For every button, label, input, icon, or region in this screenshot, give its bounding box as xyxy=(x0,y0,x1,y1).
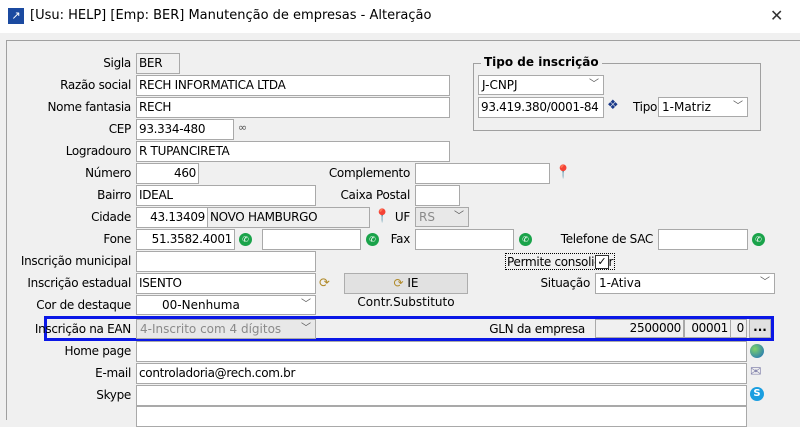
fax-label: Fax xyxy=(390,232,411,246)
inscricao-estadual-field[interactable]: ISENTO xyxy=(136,273,316,294)
tipo-inscricao-select[interactable]: J-CNPJ ﹀ xyxy=(478,75,604,95)
inscricao-ean-select[interactable]: 4-Inscrito com 4 dígitos ﹀ xyxy=(136,319,316,339)
cor-destaque-value: 00-Nenhuma xyxy=(162,298,240,312)
caixa-postal-field[interactable] xyxy=(415,185,460,206)
email-field[interactable]: controladoria@rech.com.br xyxy=(136,363,747,384)
gln-more-button[interactable]: ... xyxy=(749,319,771,338)
chevron-down-icon: ﹀ xyxy=(301,323,311,334)
chevron-down-icon: ﹀ xyxy=(760,277,770,288)
complemento-field[interactable] xyxy=(415,163,550,184)
situacao-select[interactable]: 1-Ativa ﹀ xyxy=(595,273,775,294)
uf-select[interactable]: RS ﹀ xyxy=(415,207,469,227)
chevron-down-icon: ﹀ xyxy=(733,101,743,112)
inscricao-estadual-label: Inscrição estadual xyxy=(27,276,131,290)
whatsapp-icon[interactable]: ✆ xyxy=(239,233,252,246)
tipo-label: Tipo xyxy=(633,100,658,114)
gln-label: GLN da empresa xyxy=(489,322,585,336)
app-icon: ↗ xyxy=(8,8,24,24)
close-button[interactable]: ✕ xyxy=(770,6,783,25)
uf-value: RS xyxy=(419,210,435,224)
sigla-field[interactable]: BER xyxy=(136,53,180,74)
logradouro-field[interactable]: R TUPANCIRETA xyxy=(136,141,450,162)
skype-field[interactable] xyxy=(136,385,747,406)
inscricao-municipal-field[interactable] xyxy=(136,251,316,272)
inscricao-ean-value: 4-Inscrito com 4 dígitos xyxy=(140,322,282,336)
whatsapp-icon[interactable]: ✆ xyxy=(519,233,532,246)
situacao-label: Situação xyxy=(540,276,590,290)
numero-field[interactable]: 460 xyxy=(136,163,199,184)
bairro-label: Bairro xyxy=(97,188,131,202)
gln-part1-field: 2500000 xyxy=(595,319,684,338)
globe-icon[interactable] xyxy=(750,344,764,358)
inscricao-ean-label: Inscrição na EAN xyxy=(34,322,131,336)
map-pin-icon[interactable]: 📍 xyxy=(374,210,390,224)
gln-part3-field: 0 xyxy=(730,319,747,338)
home-page-field[interactable] xyxy=(136,341,747,362)
email-label: E-mail xyxy=(95,366,131,380)
razao-social-field[interactable]: RECH INFORMATICA LTDA xyxy=(136,75,450,96)
tipo-value: 1-Matriz xyxy=(662,100,711,114)
cnpj-field[interactable]: 93.419.380/0001-84 xyxy=(478,97,604,118)
tipo-inscricao-legend: Tipo de inscrição xyxy=(481,55,602,69)
receita-icon[interactable]: ❖ xyxy=(607,98,619,113)
binoculars-icon[interactable]: ∞ xyxy=(238,121,247,134)
inscricao-municipal-label: Inscrição municipal xyxy=(20,254,131,268)
whatsapp-icon[interactable]: ✆ xyxy=(752,233,765,246)
cidade-code-field[interactable]: 43.13409 xyxy=(136,207,208,228)
cep-field[interactable]: 93.334-480 xyxy=(136,119,234,140)
logradouro-label: Logradouro xyxy=(65,144,132,158)
fone2-field[interactable] xyxy=(262,229,361,250)
chevron-down-icon: ﹀ xyxy=(301,299,311,310)
telefone-sac-field[interactable] xyxy=(658,229,748,250)
cidade-name-field: NOVO HAMBURGO xyxy=(207,207,370,228)
cidade-label: Cidade xyxy=(91,210,131,224)
nome-fantasia-label: Nome fantasia xyxy=(47,100,132,114)
sigla-label: Sigla xyxy=(103,56,131,70)
window-title: [Usu: HELP] [Emp: BER] Manutenção de emp… xyxy=(30,8,432,23)
chevron-down-icon: ﹀ xyxy=(454,211,464,222)
ie-contr-substituto-button[interactable]: ⟳ IE Contr.Substituto xyxy=(344,273,468,309)
razao-social-label: Razão social xyxy=(60,78,131,92)
cor-destaque-label: Cor de destaque xyxy=(36,298,131,312)
cep-label: CEP xyxy=(108,122,132,136)
skype-icon[interactable]: S xyxy=(750,387,764,401)
refresh-icon: ⟳ xyxy=(393,276,408,290)
tipo-select[interactable]: 1-Matriz ﹀ xyxy=(658,97,748,117)
nome-fantasia-field[interactable]: RECH xyxy=(136,97,450,118)
envelope-icon[interactable]: ✉ xyxy=(750,364,762,380)
skype-label: Skype xyxy=(96,388,131,402)
complemento-label: Complemento xyxy=(328,166,410,180)
numero-label: Número xyxy=(85,166,131,180)
map-pin-icon[interactable]: 📍 xyxy=(555,166,571,180)
caixa-postal-label: Caixa Postal xyxy=(340,188,410,202)
telefone-sac-label: Telefone de SAC xyxy=(560,232,654,246)
fone-label: Fone xyxy=(103,232,131,246)
gln-part2-field: 00001 xyxy=(684,319,731,338)
cor-destaque-select[interactable]: 00-Nenhuma ﹀ xyxy=(136,295,316,315)
bairro-field[interactable]: IDEAL xyxy=(136,185,316,206)
permite-consolidar-checkbox[interactable]: ✓ xyxy=(595,255,609,269)
situacao-value: 1-Ativa xyxy=(599,276,642,290)
whatsapp-icon[interactable]: ✆ xyxy=(366,233,379,246)
fax-field[interactable] xyxy=(415,229,514,250)
home-page-label: Home page xyxy=(64,344,131,358)
tipo-inscricao-value: J-CNPJ xyxy=(482,78,518,92)
chevron-down-icon: ﹀ xyxy=(589,79,599,90)
refresh-icon[interactable]: ⟳ xyxy=(319,276,330,291)
fone-field[interactable]: 51.3582.4001 xyxy=(136,229,235,250)
next-field[interactable] xyxy=(136,406,747,427)
uf-label: UF xyxy=(394,210,410,224)
